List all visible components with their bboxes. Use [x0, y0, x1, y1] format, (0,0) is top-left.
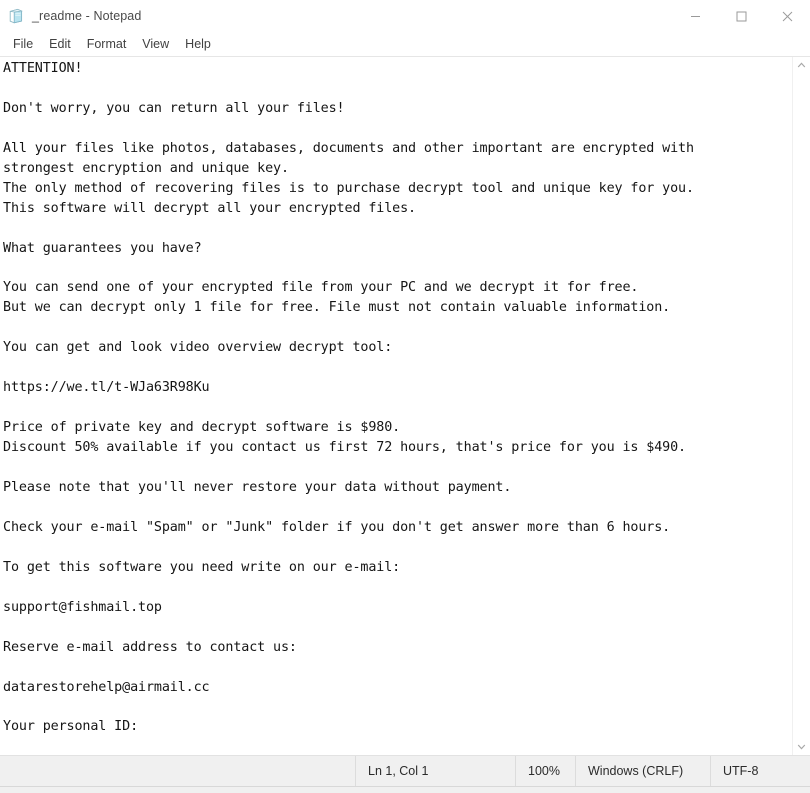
- notepad-icon: [8, 8, 24, 24]
- window-title: _readme - Notepad: [32, 9, 142, 23]
- status-bar-spacer: [0, 756, 355, 786]
- title-bar[interactable]: _readme - Notepad: [0, 0, 810, 33]
- menu-item-view[interactable]: View: [134, 35, 177, 54]
- window-bottom-edge: [0, 786, 810, 793]
- chevron-up-icon: [797, 62, 806, 68]
- window-controls: [672, 0, 810, 32]
- close-icon: [782, 11, 792, 21]
- status-zoom-level: 100%: [515, 756, 575, 786]
- minimize-button[interactable]: [672, 0, 718, 32]
- chevron-down-icon: [797, 744, 806, 750]
- scroll-up-button[interactable]: [793, 57, 810, 74]
- document-text[interactable]: ATTENTION! Don't worry, you can return a…: [3, 59, 792, 737]
- editor-area: ATTENTION! Don't worry, you can return a…: [0, 57, 810, 755]
- menu-item-edit[interactable]: Edit: [41, 35, 79, 54]
- close-button[interactable]: [764, 0, 810, 32]
- menu-bar: File Edit Format View Help: [0, 33, 810, 57]
- text-editor[interactable]: ATTENTION! Don't worry, you can return a…: [0, 57, 792, 755]
- maximize-button[interactable]: [718, 0, 764, 32]
- status-line-ending: Windows (CRLF): [575, 756, 710, 786]
- scroll-down-button[interactable]: [793, 738, 810, 755]
- maximize-icon: [736, 11, 746, 21]
- menu-item-file[interactable]: File: [5, 35, 41, 54]
- minimize-icon: [690, 15, 700, 17]
- status-encoding: UTF-8: [710, 756, 810, 786]
- status-cursor-position: Ln 1, Col 1: [355, 756, 515, 786]
- vertical-scrollbar[interactable]: [792, 57, 810, 755]
- status-bar: Ln 1, Col 1 100% Windows (CRLF) UTF-8: [0, 755, 810, 786]
- menu-item-help[interactable]: Help: [177, 35, 219, 54]
- menu-item-format[interactable]: Format: [79, 35, 135, 54]
- notepad-window: _readme - Notepad File Edit Format View …: [0, 0, 810, 793]
